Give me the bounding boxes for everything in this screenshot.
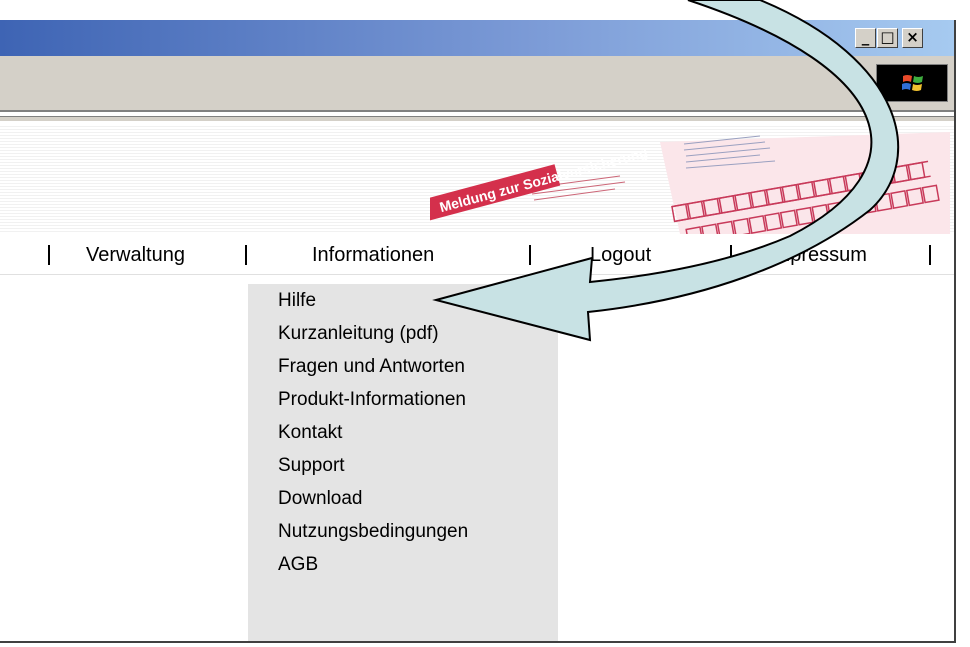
windows-logo-icon xyxy=(902,75,923,91)
nav-item-impressum[interactable]: Impressum xyxy=(768,243,867,267)
form-image: Meldung zur Sozialversicherung xyxy=(430,132,950,234)
nav-item-logout[interactable]: Logout xyxy=(590,243,651,267)
menu-item-fragen-und-antworten[interactable]: Fragen und Antworten xyxy=(278,352,465,382)
throbber xyxy=(876,64,948,102)
maximize-button[interactable]: □ xyxy=(877,28,898,48)
header-banner: Meldung zur Sozialversicherung xyxy=(0,124,954,234)
nav-item-verwaltung[interactable]: Verwaltung xyxy=(86,243,185,267)
title-bar: _ □ × xyxy=(0,20,954,56)
browser-window: _ □ × Meldung zur Sozialversicherung Ver… xyxy=(0,20,956,643)
nav-separator xyxy=(245,245,247,265)
nav-separator xyxy=(929,245,931,265)
nav-separator xyxy=(529,245,531,265)
menu-item-support[interactable]: Support xyxy=(278,451,345,481)
nav-item-informationen[interactable]: Informationen xyxy=(312,243,434,267)
menu-item-download[interactable]: Download xyxy=(278,484,363,514)
nav-separator xyxy=(48,245,50,265)
menu-item-kontakt[interactable]: Kontakt xyxy=(278,418,342,448)
menu-item-nutzungsbedingungen[interactable]: Nutzungsbedingungen xyxy=(278,517,468,547)
minimize-button[interactable]: _ xyxy=(855,28,876,48)
nav-separator xyxy=(730,245,732,265)
content-divider xyxy=(0,274,954,275)
menu-item-kurzanleitung[interactable]: Kurzanleitung (pdf) xyxy=(278,319,439,349)
toolbar xyxy=(0,56,954,112)
close-button[interactable]: × xyxy=(902,28,923,48)
informationen-dropdown-menu: Hilfe Kurzanleitung (pdf) Fragen und Ant… xyxy=(248,284,558,641)
menu-item-hilfe[interactable]: Hilfe xyxy=(278,286,316,316)
menu-item-agb[interactable]: AGB xyxy=(278,550,318,580)
main-nav: Verwaltung Informationen Logout Impressu… xyxy=(0,234,954,274)
stamp-text: Meldung zur Sozialversicherung xyxy=(438,144,650,215)
toolbar-separator xyxy=(0,116,954,122)
menu-item-produkt-informationen[interactable]: Produkt-Informationen xyxy=(278,385,466,415)
